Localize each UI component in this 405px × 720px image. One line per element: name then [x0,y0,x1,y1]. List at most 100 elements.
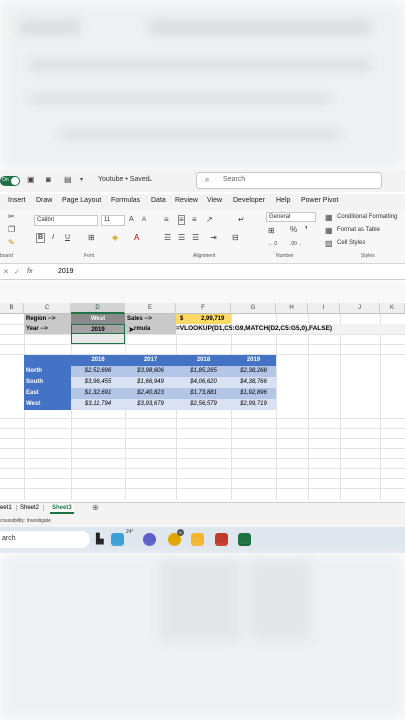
region-east[interactable]: East [24,388,71,399]
value-cell[interactable]: $1,92,896 [231,388,276,399]
borders-icon[interactable]: ⊞ [88,233,95,243]
underline-icon[interactable]: U [65,233,70,243]
value-cell[interactable]: $3,11,794 [71,399,125,410]
table-corner-cell[interactable] [24,355,71,366]
column-header-f[interactable]: F [176,303,231,314]
excel-icon[interactable] [238,533,251,546]
decrease-font-icon[interactable]: A [142,215,146,225]
column-header-e[interactable]: E [125,303,176,314]
fx-icon[interactable]: fx [27,268,32,275]
column-header-h[interactable]: H [276,303,308,314]
increase-decimal-icon[interactable]: ←.0 [268,239,277,249]
format-as-table-button[interactable]: Format as Table [337,227,380,233]
column-header-b[interactable]: B [0,303,24,314]
camera-icon[interactable]: ◙ [46,175,51,185]
orientation-icon[interactable]: ↗ [206,215,213,225]
menu-review[interactable]: Review [175,197,198,204]
percent-icon[interactable]: % [290,225,297,235]
value-cell[interactable]: $1,32,691 [71,388,125,399]
font-size-select[interactable]: 11 [101,215,125,226]
menu-insert[interactable]: Insert [8,197,26,204]
sales-label-cell[interactable]: Sales --> [125,314,176,324]
italic-icon[interactable]: I [52,233,54,243]
document-title[interactable]: Youtube • Saved [98,176,150,183]
value-cell[interactable]: $1,73,881 [176,388,231,399]
sheet-tab[interactable]: Sheet2 [20,505,45,511]
value-cell[interactable]: $4,06,620 [176,377,231,388]
menu-formulas[interactable]: Formulas [111,197,140,204]
increase-font-icon[interactable]: A [129,215,134,225]
region-label-cell[interactable]: Region --> [24,314,71,324]
region-north[interactable]: North [24,366,71,377]
merge-icon[interactable]: ⊟ [232,233,239,243]
sheet-tab[interactable]: eet1 [0,505,17,511]
font-color-icon[interactable]: A [134,233,139,243]
cell-styles-button[interactable]: Cell Styles [337,240,365,246]
align-middle-icon[interactable]: ≡ [178,215,185,225]
value-cell[interactable]: $4,38,766 [231,377,276,388]
column-header-k[interactable]: K [380,303,405,314]
column-header-d[interactable]: D [71,303,125,314]
indent-icon[interactable]: ⇥ [210,233,217,243]
font-name-select[interactable]: Calibri [34,215,98,226]
value-cell[interactable]: $2,40,823 [125,388,176,399]
value-cell[interactable]: $1,66,949 [125,377,176,388]
comma-icon[interactable]: ❜ [305,225,308,235]
menu-view[interactable]: View [207,197,222,204]
align-top-icon[interactable]: ≡ [164,215,169,225]
cut-icon[interactable]: ✂ [8,212,15,222]
decrease-decimal-icon[interactable]: .00→ [290,239,302,249]
sheet-tab-active[interactable]: Sheet3 [50,504,74,514]
format-table-icon[interactable]: ▦ [325,226,333,236]
region-south[interactable]: South [24,377,71,388]
align-bottom-icon[interactable]: ≡ [192,215,197,225]
number-format-select[interactable]: General [266,212,316,222]
value-cell[interactable]: $2,52,696 [71,366,125,377]
cancel-icon[interactable]: ✕ [3,268,9,276]
taskbar-search[interactable]: arch [0,531,90,548]
autosave-toggle[interactable]: On [0,176,20,186]
region-value-cell[interactable]: West [71,314,125,324]
search-input[interactable]: ⌕ Search [196,172,382,189]
title-chevron-icon[interactable]: ⌄ [148,176,153,183]
year-header-2016[interactable]: 2016 [71,355,125,366]
year-header-2018[interactable]: 2018 [176,355,231,366]
menu-page-layout[interactable]: Page Layout [62,197,101,204]
weather-icon[interactable] [111,533,124,546]
year-label-cell[interactable]: Year --> [24,324,71,334]
column-header-j[interactable]: J [340,303,380,314]
year-value-cell[interactable]: 2019 [71,324,125,334]
bold-icon[interactable]: B [36,233,46,243]
conditional-formatting-button[interactable]: Conditional Formatting [337,214,397,220]
align-left-icon[interactable]: ☰ [164,233,171,243]
column-header-g[interactable]: G [231,303,276,314]
copy-icon[interactable]: ❐ [8,225,15,235]
menu-draw[interactable]: Draw [36,197,52,204]
menu-power-pivot[interactable]: Power Pivot [301,197,338,204]
formula-text-cell[interactable]: =VLOOKUP(D1,C5:G9,MATCH(D2,C5:G5,0),FALS… [176,324,405,334]
year-header-2019[interactable]: 2019 [231,355,276,366]
menu-data[interactable]: Data [151,197,166,204]
accounting-icon[interactable]: ⊞ [268,226,275,236]
add-sheet-icon[interactable]: ⊕ [92,503,99,512]
enter-icon[interactable]: ✓ [14,268,20,276]
file-explorer-icon[interactable] [191,533,204,546]
accessibility-status[interactable]: ccessibility: Investigate [0,518,51,524]
fill-color-icon[interactable]: ◈ [112,233,118,243]
region-west[interactable]: West [24,399,71,410]
formula-input[interactable]: 2019 [58,268,74,275]
value-cell[interactable]: $2,56,579 [176,399,231,410]
align-right-icon[interactable]: ☰ [192,233,199,243]
value-cell[interactable]: $3,98,606 [125,366,176,377]
value-cell[interactable]: $1,85,265 [176,366,231,377]
value-cell[interactable]: $2,99,719 [231,399,276,410]
align-center-icon[interactable]: ☰ [178,233,185,243]
year-header-2017[interactable]: 2017 [125,355,176,366]
customize-icon[interactable]: ▾ [80,175,83,185]
save-icon[interactable]: ▣ [27,175,35,185]
image-icon[interactable]: ▤ [64,175,72,185]
cell-styles-icon[interactable]: ▧ [325,239,333,249]
format-painter-icon[interactable]: ✎ [8,238,15,248]
column-header-i[interactable]: I [308,303,340,314]
sales-result-cell[interactable]: $ 2,99,719 [176,314,231,324]
